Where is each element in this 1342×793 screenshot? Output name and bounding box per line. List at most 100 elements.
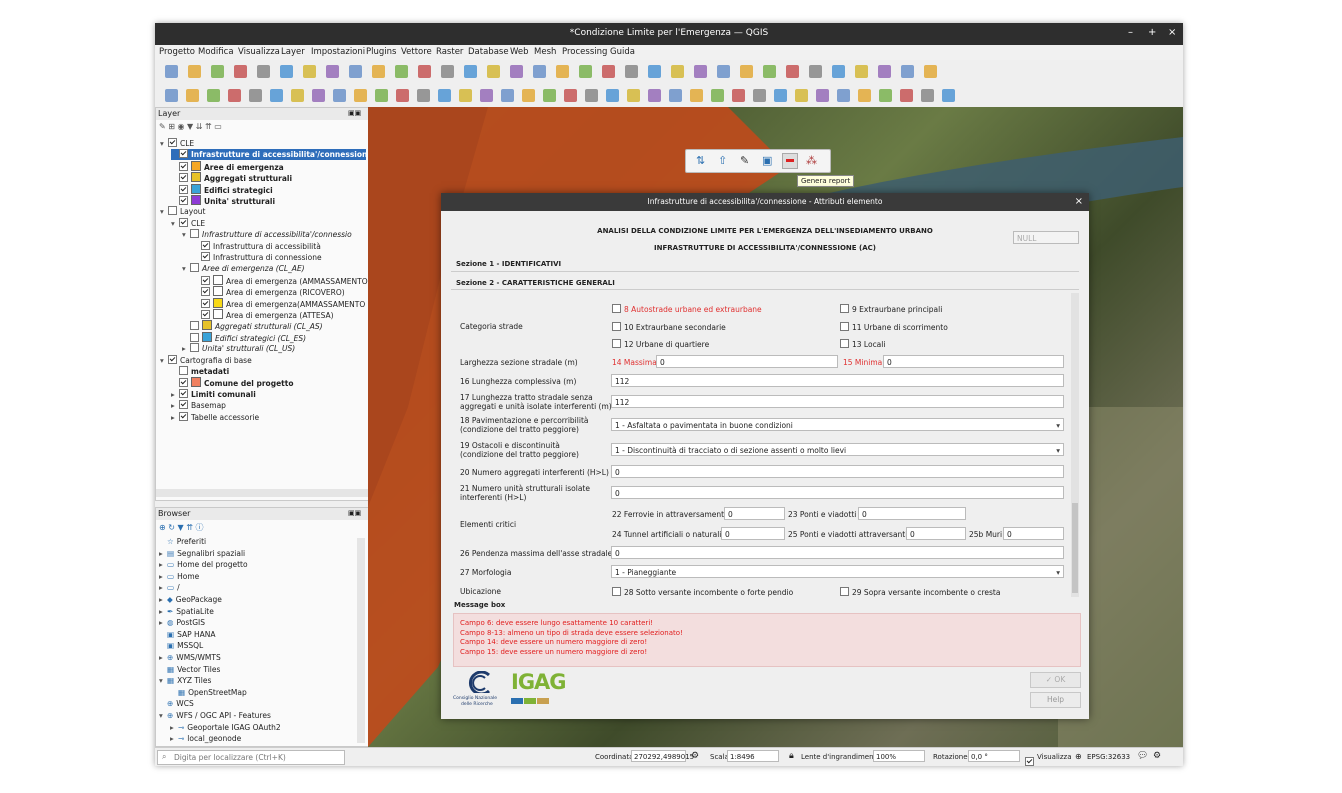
layer-visibility-checkbox[interactable]	[168, 206, 177, 216]
f22-input[interactable]: 0	[724, 507, 785, 520]
layer-tree-item[interactable]: Edifici strategici (CL_ES)	[182, 331, 306, 343]
collapse-browser-icon[interactable]: ⇈	[186, 523, 193, 532]
f18-select[interactable]: 1 - Asfaltata o pavimentata in buone con…	[611, 418, 1064, 432]
filter-browser-icon[interactable]: ▼	[178, 523, 184, 532]
menu-mesh[interactable]: Mesh	[534, 47, 556, 57]
digitizing-tool-icon[interactable]	[522, 89, 535, 102]
map-nav-tool-icon[interactable]	[510, 65, 523, 78]
layer-tree-item[interactable]: Aggregati strutturali	[171, 172, 292, 183]
digitizing-tool-icon[interactable]	[228, 89, 241, 102]
expander-icon[interactable]: ▾	[171, 219, 179, 228]
digitizing-tool-icon[interactable]	[648, 89, 661, 102]
layer-tree-item[interactable]: ▸ Basemap	[171, 400, 226, 411]
layer-visibility-checkbox[interactable]	[179, 196, 188, 205]
digitizing-tool-icon[interactable]	[942, 89, 955, 102]
menu-database[interactable]: Database	[468, 47, 509, 57]
cat-13[interactable]: 13 Locali	[840, 339, 885, 349]
cat-8[interactable]: 8 Autostrade urbane ed extraurbane	[612, 304, 762, 314]
f23-input[interactable]: 0	[858, 507, 966, 520]
remove-layer-icon[interactable]: ▭	[214, 122, 222, 131]
digitizing-tool-icon[interactable]	[921, 89, 934, 102]
expander-icon[interactable]: ▸	[171, 390, 179, 399]
map-nav-tool-icon[interactable]	[832, 65, 845, 78]
map-nav-tool-icon[interactable]	[855, 65, 868, 78]
cat-10[interactable]: 10 Extraurbane secondarie	[612, 322, 726, 332]
layer-panel-hscrollbar[interactable]	[156, 489, 368, 497]
browser-tree-item[interactable]: ▦ Vector Tiles	[159, 665, 220, 676]
layer-visibility-checkbox[interactable]	[179, 378, 188, 388]
expander-icon[interactable]: ▸	[159, 572, 167, 581]
browser-tree-item[interactable]: ▾ ⊕ WFS / OGC API - Features	[159, 711, 271, 722]
filter-icon[interactable]: ▼	[187, 122, 193, 131]
expand-all-icon[interactable]: ⇊	[196, 122, 203, 131]
browser-tree-item[interactable]: ▸ ⊕ WMS/WMTS	[159, 653, 221, 664]
expander-icon[interactable]: ▸	[159, 618, 167, 627]
expander-icon[interactable]: ▸	[159, 549, 167, 558]
digitizing-tool-icon[interactable]	[879, 89, 892, 102]
layer-tree-item[interactable]: metadati	[171, 366, 229, 377]
layer-visibility-checkbox[interactable]	[190, 229, 199, 239]
log-icon[interactable]: ⚙	[1153, 751, 1161, 761]
map-nav-tool-icon[interactable]	[464, 65, 477, 78]
map-nav-tool-icon[interactable]	[878, 65, 891, 78]
digitizing-tool-icon[interactable]	[690, 89, 703, 102]
cat-12[interactable]: 12 Urbane di quartiere	[612, 339, 709, 349]
map-nav-tool-icon[interactable]	[349, 65, 362, 78]
browser-tree-item[interactable]: ▸ ▭ Home	[159, 572, 199, 583]
digitizing-tool-icon[interactable]	[837, 89, 850, 102]
map-nav-tool-icon[interactable]	[441, 65, 454, 78]
map-nav-tool-icon[interactable]	[763, 65, 776, 78]
menu-visualizza[interactable]: Visualizza	[238, 47, 280, 57]
browser-tree-item[interactable]: ▸ ◆ GeoPackage	[159, 595, 222, 606]
digitizing-tool-icon[interactable]	[858, 89, 871, 102]
cat-11[interactable]: 11 Urbane di scorrimento	[840, 322, 948, 332]
visibility-icon[interactable]: ◉	[178, 122, 185, 131]
layer-tree-item[interactable]: Infrastruttura di connessione	[193, 252, 322, 263]
messages-icon[interactable]: 💬︎	[1137, 751, 1148, 761]
layer-tree-item[interactable]: Infrastrutture di accessibilita'/conness…	[171, 149, 372, 161]
map-nav-tool-icon[interactable]	[694, 65, 707, 78]
layer-visibility-checkbox[interactable]	[201, 240, 210, 250]
menu-web[interactable]: Web	[510, 47, 529, 57]
minimize-button[interactable]: –	[1128, 27, 1133, 38]
layer-visibility-checkbox[interactable]	[179, 217, 188, 227]
expander-icon[interactable]: ▾	[159, 711, 167, 720]
layer-visibility-checkbox[interactable]	[179, 388, 188, 398]
expander-icon[interactable]: ▾	[159, 676, 167, 685]
digitizing-tool-icon[interactable]	[711, 89, 724, 102]
digitizing-tool-icon[interactable]	[291, 89, 304, 102]
browser-tree-item[interactable]: ▸ ⊸ local_geonode	[170, 734, 241, 745]
digitizing-tool-icon[interactable]	[816, 89, 829, 102]
layer-visibility-checkbox[interactable]	[190, 332, 199, 342]
digitizing-tool-icon[interactable]	[627, 89, 640, 102]
expander-icon[interactable]: ▾	[160, 207, 168, 216]
map-nav-tool-icon[interactable]	[211, 65, 224, 78]
digitizing-tool-icon[interactable]	[375, 89, 388, 102]
browser-tree-item[interactable]: ☆ Preferiti	[159, 537, 206, 548]
form-scrollbar-thumb[interactable]	[1072, 503, 1078, 593]
digitizing-tool-icon[interactable]	[900, 89, 913, 102]
menu-impostazioni[interactable]: Impostazioni	[311, 47, 365, 57]
browser-tree-item[interactable]: ▣ SAP HANA	[159, 630, 216, 641]
layer-visibility-checkbox[interactable]	[179, 411, 188, 421]
layer-tree-item[interactable]: Aggregati strutturali (CL_AS)	[182, 320, 323, 331]
map-nav-tool-icon[interactable]	[234, 65, 247, 78]
digitizing-tool-icon[interactable]	[417, 89, 430, 102]
map-nav-tool-icon[interactable]	[648, 65, 661, 78]
layer-tree-item[interactable]: ▾ Cartografia di base	[160, 354, 252, 366]
map-nav-tool-icon[interactable]	[602, 65, 615, 78]
expander-icon[interactable]: ▾	[182, 264, 190, 273]
layer-tree-item[interactable]: ▸ Limiti comunali	[171, 388, 256, 400]
lock-icon[interactable]: 🔒︎	[789, 751, 794, 761]
crs-globe-icon[interactable]: ⊕	[1075, 752, 1082, 761]
style-manager-icon[interactable]: ✎	[159, 122, 166, 131]
f21-input[interactable]: 0	[611, 486, 1064, 499]
map-nav-tool-icon[interactable]	[395, 65, 408, 78]
map-nav-tool-icon[interactable]	[533, 65, 546, 78]
layer-visibility-checkbox[interactable]	[190, 321, 199, 331]
layer-visibility-checkbox[interactable]	[168, 354, 177, 364]
menu-progetto[interactable]: Progetto	[159, 47, 195, 57]
expander-icon[interactable]: ▸	[159, 595, 167, 604]
f20-input[interactable]: 0	[611, 465, 1064, 478]
map-nav-tool-icon[interactable]	[786, 65, 799, 78]
